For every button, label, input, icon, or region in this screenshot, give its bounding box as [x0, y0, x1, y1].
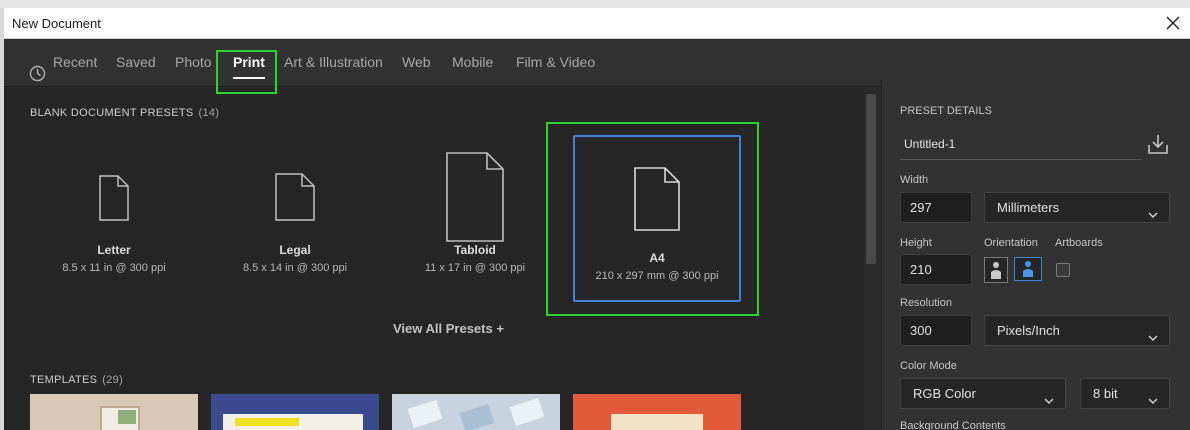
- templates-heading: TEMPLATES (29): [30, 374, 123, 386]
- tab-label: Art & Illustration: [284, 54, 383, 70]
- select-value: 8 bit: [1093, 386, 1118, 401]
- chevron-down-icon: [1147, 325, 1159, 342]
- chevron-down-icon: [1043, 388, 1055, 405]
- select-value: RGB Color: [913, 386, 976, 401]
- preset-description: 8.5 x 11 in @ 300 ppi: [62, 262, 166, 274]
- preset-description: 11 x 17 in @ 300 ppi: [424, 262, 526, 274]
- preset-name: Letter: [97, 243, 131, 257]
- select-value: Pixels/Inch: [997, 323, 1060, 338]
- document-name-input[interactable]: Untitled-1: [900, 132, 1142, 160]
- resolution-label: Resolution: [900, 297, 952, 309]
- tab-label: Photo: [175, 54, 212, 70]
- width-input[interactable]: 297: [900, 192, 972, 223]
- template-thumbnail[interactable]: [392, 394, 560, 430]
- preset-description: 210 x 297 mm @ 300 ppi: [595, 270, 719, 282]
- tab-art-illustration[interactable]: Art & Illustration: [284, 39, 383, 87]
- template-thumbnail[interactable]: [573, 394, 741, 430]
- close-icon[interactable]: [1162, 12, 1184, 34]
- chevron-down-icon: [1147, 388, 1159, 405]
- active-tab-indicator: [233, 77, 265, 79]
- top-strip: [0, 0, 1190, 8]
- scrollbar-thumb[interactable]: [866, 94, 876, 264]
- section-count: (14): [198, 107, 220, 119]
- color-mode-select[interactable]: RGB Color: [900, 378, 1066, 409]
- preset-name: Tabloid: [454, 243, 496, 257]
- height-label: Height: [900, 237, 932, 249]
- tab-web[interactable]: Web: [402, 39, 431, 87]
- preset-legal[interactable]: Legal 8.5 x 14 in @ 300 ppi: [200, 127, 390, 302]
- template-thumbnail[interactable]: [30, 394, 198, 430]
- tab-label: Print: [233, 54, 265, 70]
- blank-presets-heading: BLANK DOCUMENT PRESETS (14): [30, 107, 219, 119]
- section-count: (29): [102, 374, 124, 386]
- tab-label: Web: [402, 54, 431, 70]
- resolution-unit-select[interactable]: Pixels/Inch: [984, 315, 1170, 346]
- dialog-title: New Document: [12, 16, 101, 31]
- background-contents-label: Background Contents: [900, 420, 1006, 430]
- tab-recent[interactable]: Recent: [29, 39, 98, 87]
- tab-label: Saved: [116, 54, 156, 70]
- preset-name: Legal: [279, 243, 311, 257]
- portrait-orientation-icon[interactable]: [984, 257, 1008, 283]
- preset-description: 8.5 x 14 in @ 300 ppi: [242, 262, 348, 274]
- tab-photo[interactable]: Photo: [175, 39, 212, 87]
- tab-print[interactable]: Print: [233, 39, 265, 87]
- preset-name: A4: [649, 251, 665, 265]
- tab-label: Recent: [53, 54, 98, 70]
- save-preset-icon[interactable]: [1146, 132, 1170, 156]
- view-all-presets-link[interactable]: View All Presets +: [393, 321, 504, 336]
- document-icon: [275, 173, 315, 226]
- tab-film-video[interactable]: Film & Video: [516, 39, 595, 87]
- tab-saved[interactable]: Saved: [116, 39, 156, 87]
- document-icon: [634, 167, 680, 236]
- template-thumbnail[interactable]: [211, 394, 379, 430]
- clock-icon: [29, 54, 46, 82]
- width-label: Width: [900, 174, 929, 186]
- section-label-text: BLANK DOCUMENT PRESETS: [30, 107, 194, 119]
- height-input[interactable]: 210: [900, 254, 972, 285]
- width-unit-select[interactable]: Millimeters: [984, 192, 1170, 223]
- artboards-label: Artboards: [1055, 237, 1103, 249]
- tab-label: Film & Video: [516, 54, 596, 70]
- chevron-down-icon: [1147, 202, 1159, 219]
- preset-details-heading: PRESET DETAILS: [900, 105, 992, 117]
- section-label-text: TEMPLATES: [30, 374, 98, 386]
- preset-letter[interactable]: Letter 8.5 x 11 in @ 300 ppi: [19, 127, 209, 302]
- tab-label: Mobile: [452, 54, 494, 70]
- document-icon: [446, 152, 504, 247]
- preset-tabloid[interactable]: Tabloid 11 x 17 in @ 300 ppi: [380, 127, 570, 302]
- bit-depth-select[interactable]: 8 bit: [1080, 378, 1170, 409]
- landscape-orientation-icon[interactable]: [1014, 257, 1042, 281]
- select-value: Millimeters: [997, 200, 1060, 215]
- color-mode-label: Color Mode: [900, 360, 957, 372]
- resolution-input[interactable]: 300: [900, 315, 972, 346]
- document-icon: [99, 175, 129, 226]
- title-bar: New Document: [4, 8, 1190, 39]
- tab-mobile[interactable]: Mobile: [452, 39, 493, 87]
- artboards-checkbox[interactable]: [1056, 263, 1070, 277]
- orientation-label: Orientation: [984, 237, 1038, 249]
- preset-a4[interactable]: A4 210 x 297 mm @ 300 ppi: [573, 135, 741, 302]
